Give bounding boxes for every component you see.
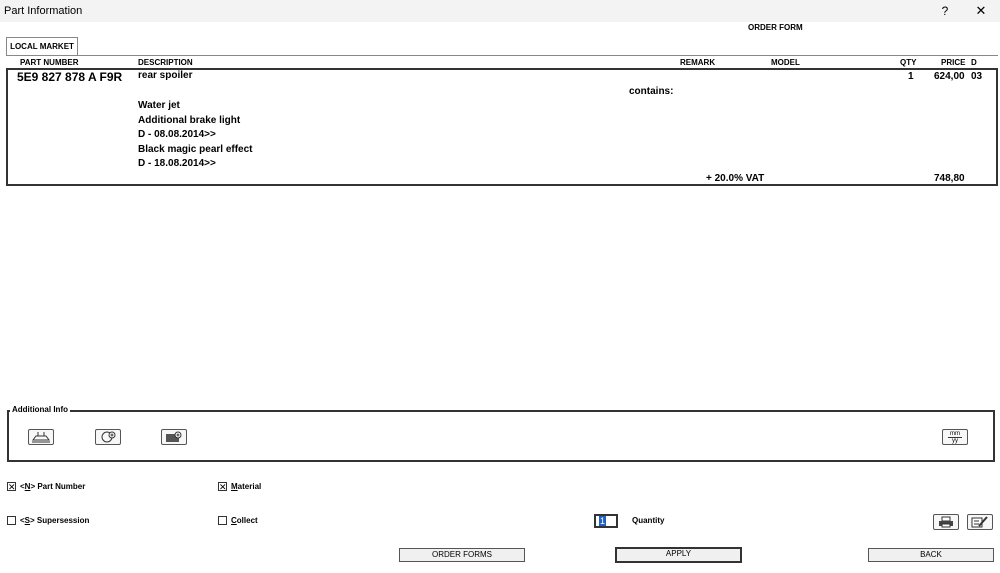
col-part-number: PART NUMBER xyxy=(20,58,79,67)
part-number-cell[interactable]: 5E9 827 878 A F9R xyxy=(17,70,122,84)
tab-local-market[interactable]: LOCAL MARKET xyxy=(6,37,78,55)
description-cell: rear spoiler xyxy=(138,70,193,81)
wheel-add-button[interactable] xyxy=(95,429,121,445)
form-title: ORDER FORM xyxy=(748,23,803,32)
window-title: Part Information xyxy=(4,5,83,17)
table-header-divider xyxy=(6,55,998,56)
print-icon xyxy=(939,516,953,528)
d-cell: 03 xyxy=(971,71,983,82)
wheel-add-icon xyxy=(101,431,116,443)
help-button[interactable]: ? xyxy=(934,2,956,20)
back-button[interactable]: BACK xyxy=(868,548,994,562)
price-cell: 624,00 xyxy=(934,71,965,82)
apply-button[interactable]: APPLY xyxy=(615,547,742,563)
quantity-label: Quantity xyxy=(632,516,665,525)
unit-mm-yy-button[interactable]: mm yy xyxy=(942,429,968,445)
detail-line: D - 08.08.2014>> xyxy=(138,129,216,140)
part-number-checkbox[interactable]: ✕ xyxy=(7,482,16,492)
supersession-checkbox[interactable] xyxy=(7,516,16,525)
contains-label: contains: xyxy=(629,86,674,97)
additional-info-panel xyxy=(7,410,995,462)
camera-add-icon xyxy=(166,431,182,442)
car-lift-icon xyxy=(32,432,50,443)
col-description: DESCRIPTION xyxy=(138,58,193,67)
col-d: D xyxy=(971,58,977,67)
collect-option-label: Collect xyxy=(231,516,258,525)
col-qty: QTY xyxy=(900,58,917,67)
col-remark: REMARK xyxy=(680,58,716,67)
vat-amount: 748,80 xyxy=(934,173,965,184)
close-button[interactable]: ✕ xyxy=(970,2,992,20)
col-model: MODEL xyxy=(771,58,800,67)
material-option-label: Material xyxy=(231,482,262,491)
qty-cell: 1 xyxy=(908,71,914,82)
title-bar: Part Information ? ✕ xyxy=(0,0,1000,22)
detail-line: Water jet xyxy=(138,100,180,111)
detail-line: Additional brake light xyxy=(138,115,241,126)
quantity-input[interactable]: 1 xyxy=(594,514,618,528)
material-checkbox[interactable]: ✕ xyxy=(218,482,227,492)
camera-add-button[interactable] xyxy=(161,429,187,445)
unit-mm-yy-icon: mm yy xyxy=(948,431,962,444)
order-forms-button[interactable]: ORDER FORMS xyxy=(399,548,525,562)
supersession-option-label: <S> Supersession xyxy=(20,516,90,525)
edit-button[interactable] xyxy=(967,514,993,530)
print-button[interactable] xyxy=(933,514,959,530)
vat-label: + 20.0% VAT xyxy=(706,173,765,184)
detail-line: D - 18.08.2014>> xyxy=(138,158,216,169)
unit-top-label: mm xyxy=(948,430,962,438)
additional-info-label: Additional Info xyxy=(10,405,70,414)
edit-icon xyxy=(971,516,988,528)
unit-bottom-label: yy xyxy=(952,437,958,444)
car-lift-button[interactable] xyxy=(28,429,54,445)
col-price: PRICE xyxy=(941,58,966,67)
part-number-option-label: <N> Part Number xyxy=(20,482,86,491)
detail-line: Black magic pearl effect xyxy=(138,144,253,155)
collect-checkbox[interactable] xyxy=(218,516,227,525)
